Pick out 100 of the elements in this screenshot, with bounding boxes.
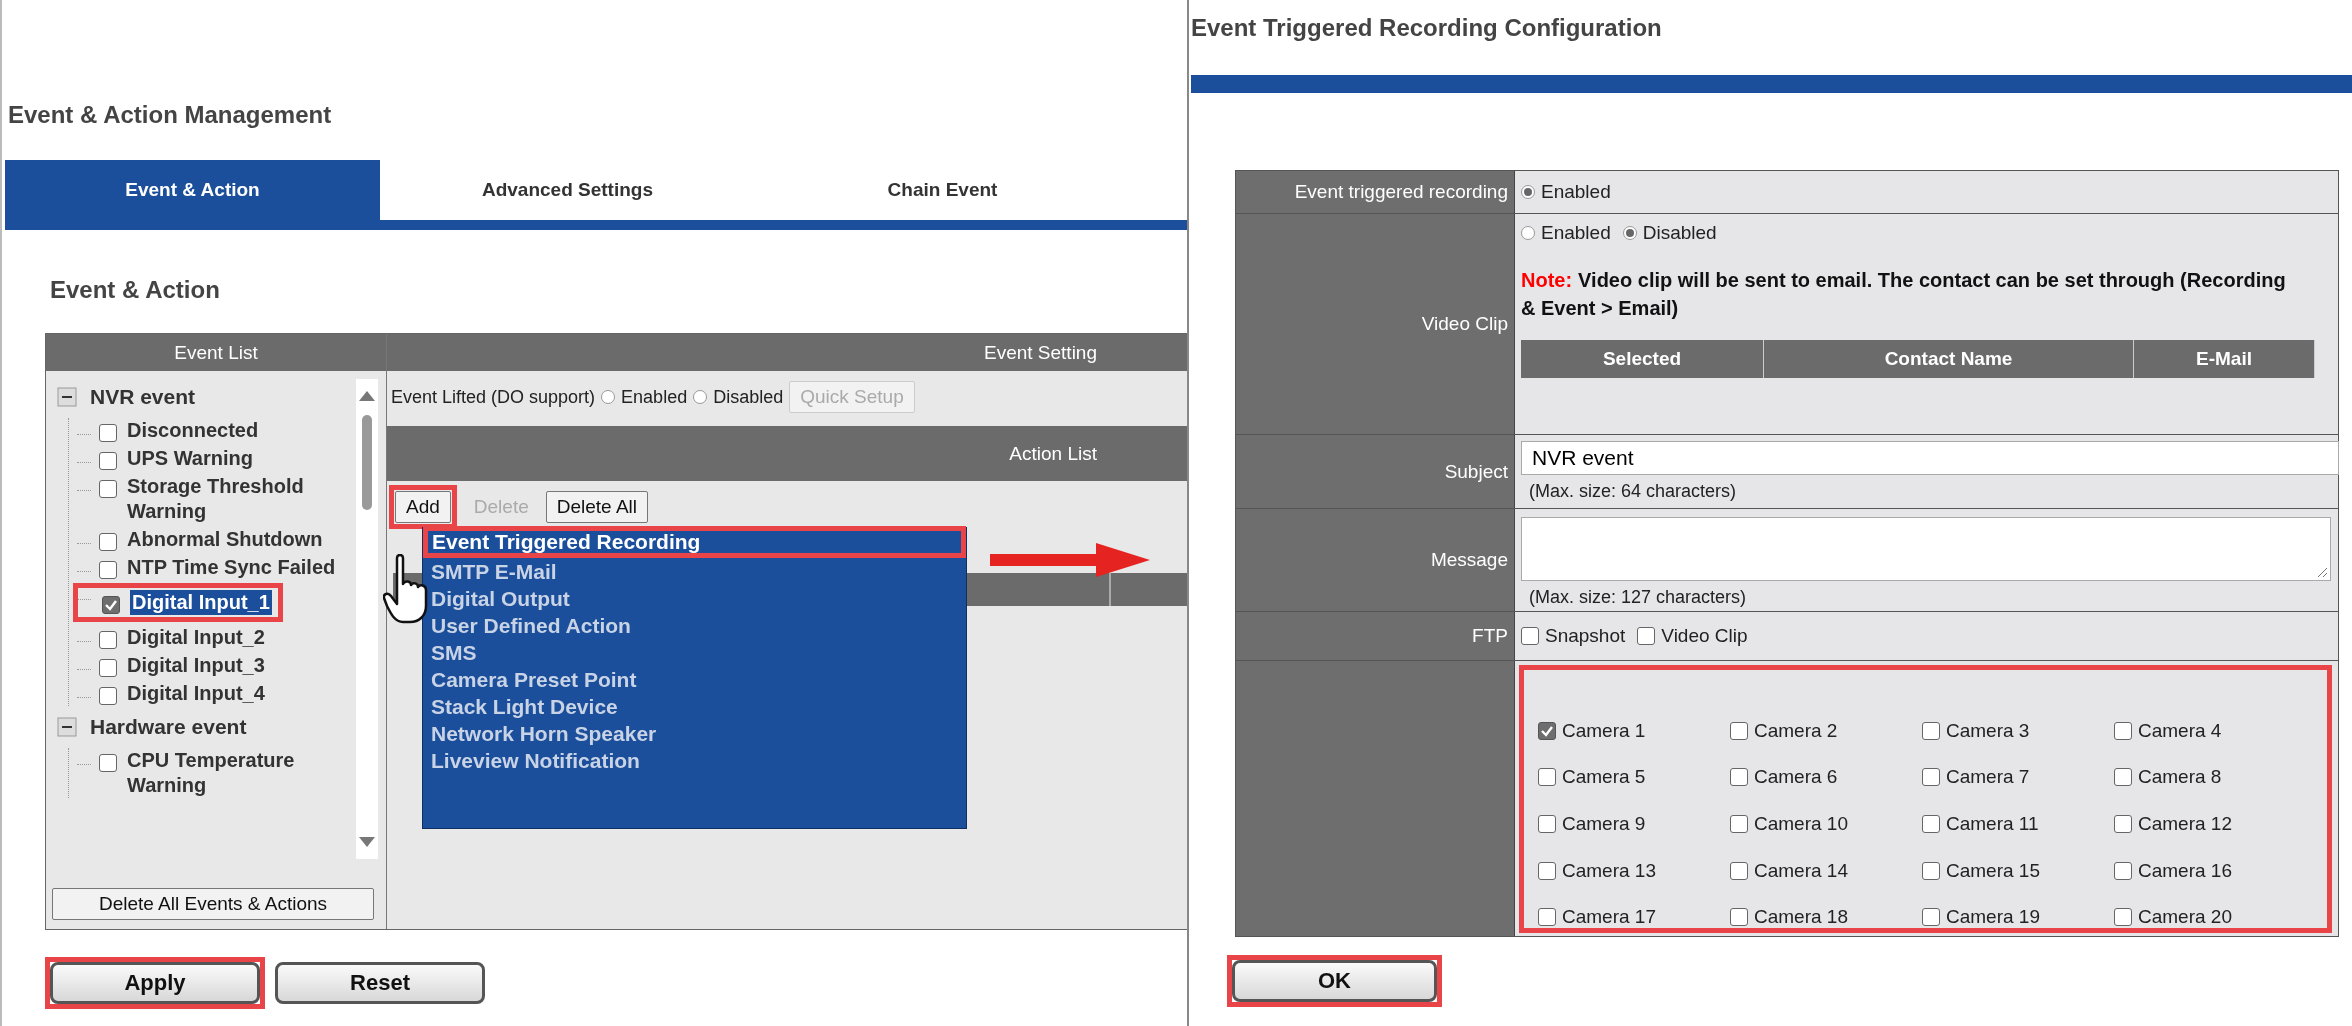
checkbox[interactable] (99, 659, 117, 677)
checkbox[interactable] (99, 561, 117, 579)
option-label: Camera 13 (1562, 859, 1656, 882)
column-header: E-Mail (2134, 340, 2315, 378)
checkbox[interactable] (1730, 861, 1748, 880)
checkbox[interactable] (2114, 721, 2132, 740)
option-label: Camera 10 (1754, 813, 1848, 835)
hint-text: (Max. size: 127 characters) (1528, 586, 1748, 608)
tree-item-label[interactable]: NTP Time Sync Failed (127, 555, 337, 580)
radio-button[interactable] (1521, 185, 1535, 199)
collapse-icon[interactable] (56, 716, 78, 738)
tree-item-label[interactable]: Digital Input_1 (130, 590, 272, 615)
checkbox[interactable] (2114, 861, 2132, 880)
tree-item-label[interactable]: CPU Temperature Warning (127, 748, 337, 798)
option-label: Camera 12 (2138, 813, 2232, 835)
collapse-icon[interactable] (56, 386, 78, 408)
dropdown-item[interactable]: User Defined Action (423, 612, 631, 639)
checkbox[interactable] (1538, 768, 1556, 787)
option-label: Snapshot (1545, 625, 1626, 647)
scroll-up-icon (358, 389, 376, 403)
checkbox[interactable] (1538, 815, 1556, 833)
checkbox[interactable] (1730, 908, 1748, 927)
radio-button[interactable] (601, 390, 616, 404)
checkbox[interactable] (1538, 721, 1556, 740)
tree-item-label[interactable]: Abnormal Shutdown (127, 527, 337, 552)
option-label: Camera 20 (2138, 906, 2232, 929)
message-field[interactable] (1521, 516, 2331, 581)
dropdown-item[interactable]: SMS (423, 639, 477, 666)
option-label: Camera 8 (2138, 766, 2222, 789)
checkbox[interactable] (1538, 861, 1556, 880)
tree-item-label[interactable]: Digital Input_4 (127, 681, 337, 706)
ok-button[interactable]: OK (1232, 960, 1437, 1002)
checkbox[interactable] (1521, 627, 1539, 645)
checkbox[interactable] (99, 631, 117, 649)
action-button[interactable]: Add (395, 491, 451, 523)
field-label: Message (1430, 549, 1508, 571)
checkbox[interactable] (1730, 768, 1748, 787)
note-text: Note: Video clip will be sent to email. The contact can be set through (Recording & Event > Email) (1521, 268, 2287, 321)
action-button[interactable]: Delete All (545, 491, 648, 523)
checkbox[interactable] (1922, 861, 1940, 880)
tree-group-label[interactable]: NVR event (90, 385, 196, 409)
checkbox[interactable] (99, 687, 117, 705)
scrollbar[interactable] (356, 379, 378, 859)
option-label: Camera 6 (1754, 766, 1838, 789)
option-label: Disabled (713, 386, 784, 408)
tree-item-label[interactable]: UPS Warning (127, 446, 337, 471)
tree-item-label[interactable]: Storage Threshold Warning (127, 474, 337, 524)
tab[interactable]: Event & Action (5, 160, 380, 220)
checkbox[interactable] (1538, 908, 1556, 927)
checkbox[interactable] (99, 452, 117, 470)
checkbox[interactable] (99, 424, 117, 442)
option-label: Camera 2 (1754, 719, 1838, 742)
scrollbar-thumb[interactable] (362, 415, 372, 510)
checkbox[interactable] (1922, 721, 1940, 740)
tree-group-label[interactable]: Hardware event (90, 715, 247, 739)
checkbox[interactable] (102, 596, 120, 614)
checkbox[interactable] (1637, 627, 1656, 645)
hand-cursor-icon (383, 554, 429, 624)
form-button[interactable]: Reset (275, 962, 485, 1004)
checkbox[interactable] (1922, 908, 1940, 927)
dropdown-item[interactable]: Event Triggered Recording (428, 531, 701, 553)
field-label: Event triggered recording (1294, 181, 1508, 203)
option-label: Camera 9 (1562, 813, 1646, 835)
checkbox[interactable] (99, 754, 117, 772)
dropdown-item[interactable]: Network Horn Speaker (423, 720, 657, 747)
hint-text: (Max. size: 64 characters) (1528, 481, 1738, 502)
column-header: Event List (46, 334, 386, 371)
option-label: Camera 4 (2138, 719, 2222, 742)
field-label: Video Clip (1421, 313, 1508, 335)
checkbox[interactable] (99, 480, 117, 498)
dropdown-item[interactable]: Liveview Notification (423, 747, 640, 774)
checkbox[interactable] (2114, 768, 2132, 787)
radio-button[interactable] (1521, 226, 1535, 240)
section-title: Event & Action (50, 275, 220, 305)
checkbox[interactable] (1730, 815, 1748, 833)
tree-item-label[interactable]: Disconnected (127, 418, 337, 443)
checkbox[interactable] (1922, 815, 1940, 833)
option-label: Video Clip (1661, 625, 1748, 647)
column-header: Selected (1521, 340, 1764, 378)
dialog-title: Event Triggered Recording Configuration (1191, 13, 1662, 43)
delete-all-button[interactable]: Delete All Events & Actions (52, 888, 374, 920)
subject-field[interactable]: NVR event (1521, 441, 2339, 475)
option-label: Camera 18 (1754, 906, 1848, 929)
dropdown-item[interactable]: Camera Preset Point (423, 666, 637, 693)
column-header: Event Setting (387, 334, 1187, 371)
checkbox[interactable] (2114, 815, 2132, 833)
radio-button[interactable] (693, 390, 708, 404)
tree-item-label[interactable]: Digital Input_3 (127, 653, 337, 678)
checkbox[interactable] (1730, 721, 1748, 740)
tree-item-label[interactable]: Digital Input_2 (127, 625, 337, 650)
dropdown-item[interactable]: Stack Light Device (423, 693, 618, 720)
checkbox[interactable] (1922, 768, 1940, 787)
checkbox[interactable] (2114, 908, 2132, 927)
radio-button[interactable] (1622, 226, 1637, 240)
field-label: Event Lifted (DO support) (391, 386, 596, 408)
dropdown-item[interactable]: SMTP E-Mail (423, 558, 557, 585)
form-button[interactable]: Apply (50, 962, 260, 1004)
page-title: Event & Action Management (8, 100, 332, 130)
option-label: Camera 5 (1562, 766, 1646, 789)
checkbox[interactable] (99, 533, 117, 551)
